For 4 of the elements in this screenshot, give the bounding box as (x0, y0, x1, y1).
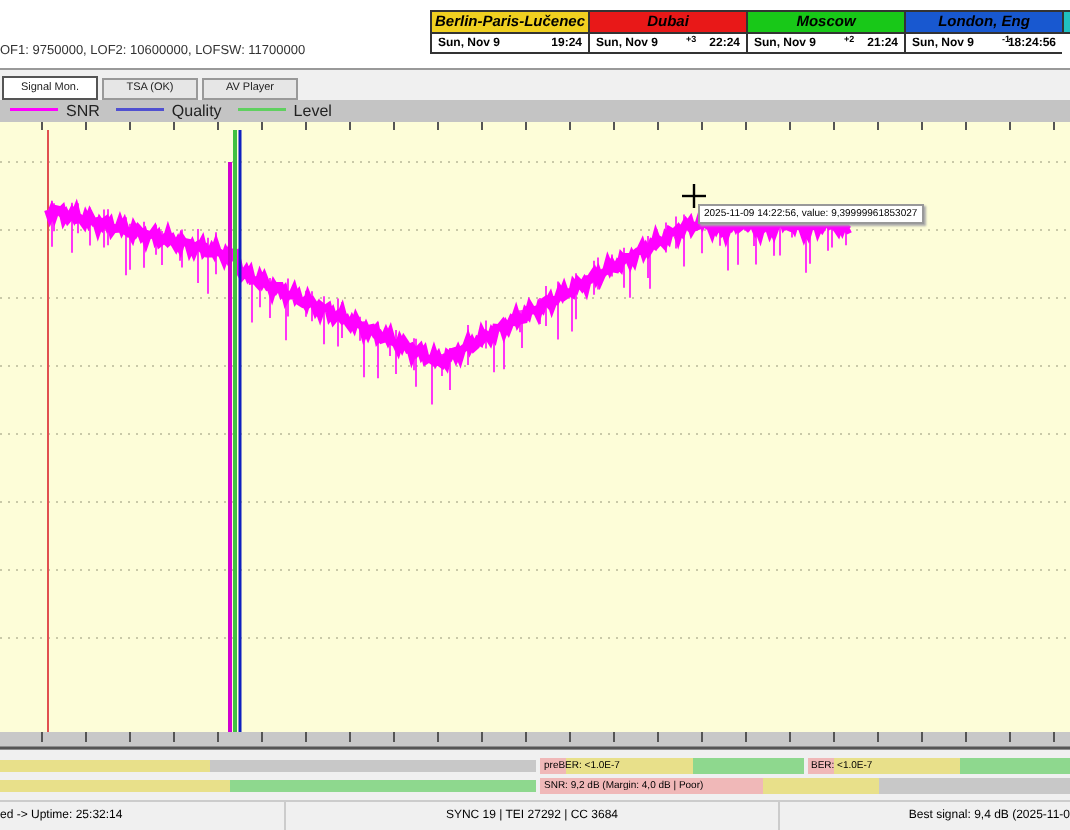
legend-label: Quality (171, 101, 222, 120)
legend-label: Level (293, 101, 332, 120)
crosshair-icon (682, 184, 706, 209)
legend-label: SNR (66, 101, 100, 120)
